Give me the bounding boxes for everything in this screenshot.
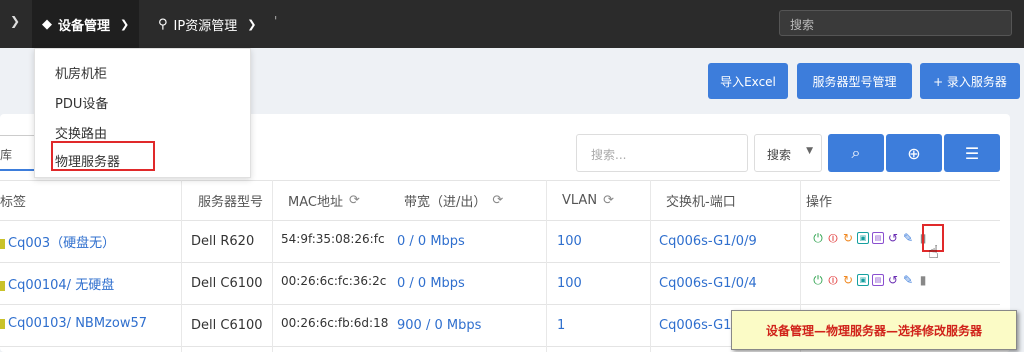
table-row-model: Dell R620	[191, 234, 255, 249]
nav-ip-label: IP资源管理	[173, 18, 238, 34]
filter-select-value: 搜索	[767, 148, 792, 162]
table-row-model: Dell C6100	[191, 318, 263, 333]
column-divider	[650, 180, 651, 352]
menu-item-switch-router[interactable]: 交换路由	[55, 123, 107, 142]
table-row-mac: 54:9f:35:08:26:fc	[281, 232, 385, 246]
refresh-icon[interactable]: ⟳	[349, 193, 360, 208]
refresh-icon[interactable]: ⟳	[603, 193, 614, 208]
server-model-manage-button[interactable]: 服务器型号管理	[797, 63, 912, 99]
table-row-vlan[interactable]: 100	[557, 276, 582, 291]
table-row-label[interactable]: Cq003（硬盘无）	[0, 232, 115, 251]
table-row-bandwidth[interactable]: 0 / 0 Mbps	[397, 276, 465, 291]
selection-highlight	[51, 141, 155, 171]
nav-device-management[interactable]: ◆ 设备管理 ❯	[32, 0, 140, 48]
table-row-vlan[interactable]: 100	[557, 234, 582, 249]
hand-cursor-icon: ☝	[928, 242, 939, 263]
console-icon[interactable]: ▣	[857, 232, 869, 244]
table-row-switch-port[interactable]: Cq006s-G1/	[659, 318, 736, 333]
cube-icon: ◆	[42, 16, 52, 32]
monitor-icon[interactable]: ▤	[872, 232, 884, 244]
header-bandwidth: 带宽（进/出） ⟳	[404, 192, 504, 210]
restart-icon[interactable]: ↻	[842, 232, 854, 244]
divider	[0, 262, 1000, 263]
edit-icon[interactable]: ✎	[902, 274, 914, 286]
row-actions: ⏻ ⏼ ↻ ▣ ▤ ↺ ✎ ▮	[812, 232, 929, 244]
status-indicator	[0, 318, 5, 329]
import-excel-button[interactable]: 导入Excel	[708, 63, 788, 99]
table-row-label[interactable]: Cq00103/ NBMzow57	[0, 316, 147, 331]
nav-ip-management[interactable]: ⚲ IP资源管理 ❯	[150, 0, 264, 48]
filter-search-input[interactable]: 搜索...	[576, 134, 748, 172]
header-model: 服务器型号	[198, 194, 264, 210]
filter-select[interactable]: 搜索 ▼	[754, 134, 822, 172]
reinstall-icon[interactable]: ↺	[887, 232, 899, 244]
caret-down-icon: ▼	[806, 146, 813, 156]
menu-item-pdu[interactable]: PDU设备	[55, 93, 108, 112]
chevron-down-icon: ❯	[247, 17, 257, 31]
divider	[0, 220, 1000, 221]
table-row-bandwidth[interactable]: 900 / 0 Mbps	[397, 318, 481, 333]
table-row-vlan[interactable]: 1	[557, 318, 565, 333]
add-server-button[interactable]: + 录入服务器	[920, 63, 1020, 99]
column-divider	[546, 180, 547, 352]
menu-item-room-cabinet[interactable]: 机房机柜	[55, 63, 107, 82]
column-menu-button[interactable]: ☰	[944, 134, 1000, 172]
refresh-icon[interactable]: ⟳	[492, 193, 503, 208]
instruction-callout: 设备管理—物理服务器—选择修改服务器	[731, 310, 1017, 350]
search-button[interactable]: ⌕	[828, 134, 884, 172]
header-switch-port: 交换机-端口	[666, 194, 736, 210]
chevron-down-icon[interactable]: ❯	[10, 14, 20, 28]
table-row-switch-port[interactable]: Cq006s-G1/0/4	[659, 276, 757, 291]
device-management-dropdown: 机房机柜 PDU设备 交换路由 物理服务器	[34, 48, 251, 178]
edit-icon[interactable]: ✎	[902, 232, 914, 244]
advanced-search-button[interactable]: ⊕	[886, 134, 942, 172]
table-row-label[interactable]: Cq00104/ 无硬盘	[0, 274, 114, 293]
search-icon: ⌕	[851, 143, 861, 162]
monitor-icon[interactable]: ▤	[872, 274, 884, 286]
row-actions: ⏻ ⏼ ↻ ▣ ▤ ↺ ✎ ▮	[812, 274, 929, 286]
top-navbar: ❯ ◆ 设备管理 ❯ ⚲ IP资源管理 ❯ ' 搜索	[0, 0, 1024, 48]
header-mac: MAC地址 ⟳	[288, 192, 360, 210]
table-row-switch-port[interactable]: Cq006s-G1/0/9	[659, 234, 757, 249]
reinstall-icon[interactable]: ↺	[887, 274, 899, 286]
divider	[0, 304, 1000, 305]
header-actions: 操作	[806, 194, 833, 210]
menu-icon: ☰	[964, 143, 980, 163]
chevron-down-icon: ❯	[120, 17, 130, 31]
header-label: 标签	[0, 194, 27, 210]
power-on-icon[interactable]: ⏻	[812, 232, 824, 244]
column-divider	[272, 180, 273, 352]
status-indicator	[0, 280, 5, 291]
table-row-mac: 00:26:6c:fc:36:2c	[281, 274, 387, 288]
table-row-mac: 00:26:6c:fb:6d:18	[281, 316, 389, 330]
tick-mark: '	[274, 14, 278, 28]
location-pin-icon: ⚲	[158, 16, 168, 32]
header-vlan: VLAN ⟳	[562, 192, 614, 208]
nav-device-label: 设备管理	[58, 18, 111, 34]
table-row-bandwidth[interactable]: 0 / 0 Mbps	[397, 234, 465, 249]
top-search-input[interactable]: 搜索	[779, 10, 1012, 36]
column-divider	[181, 180, 182, 352]
status-indicator	[0, 238, 5, 249]
zoom-in-icon: ⊕	[907, 143, 921, 163]
power-off-icon[interactable]: ⏼	[827, 232, 839, 244]
console-icon[interactable]: ▣	[857, 274, 869, 286]
power-on-icon[interactable]: ⏻	[812, 274, 824, 286]
restart-icon[interactable]: ↻	[842, 274, 854, 286]
divider	[0, 180, 1000, 181]
power-off-icon[interactable]: ⏼	[827, 274, 839, 286]
table-row-model: Dell C6100	[191, 276, 263, 291]
trash-icon[interactable]: ▮	[917, 274, 929, 286]
